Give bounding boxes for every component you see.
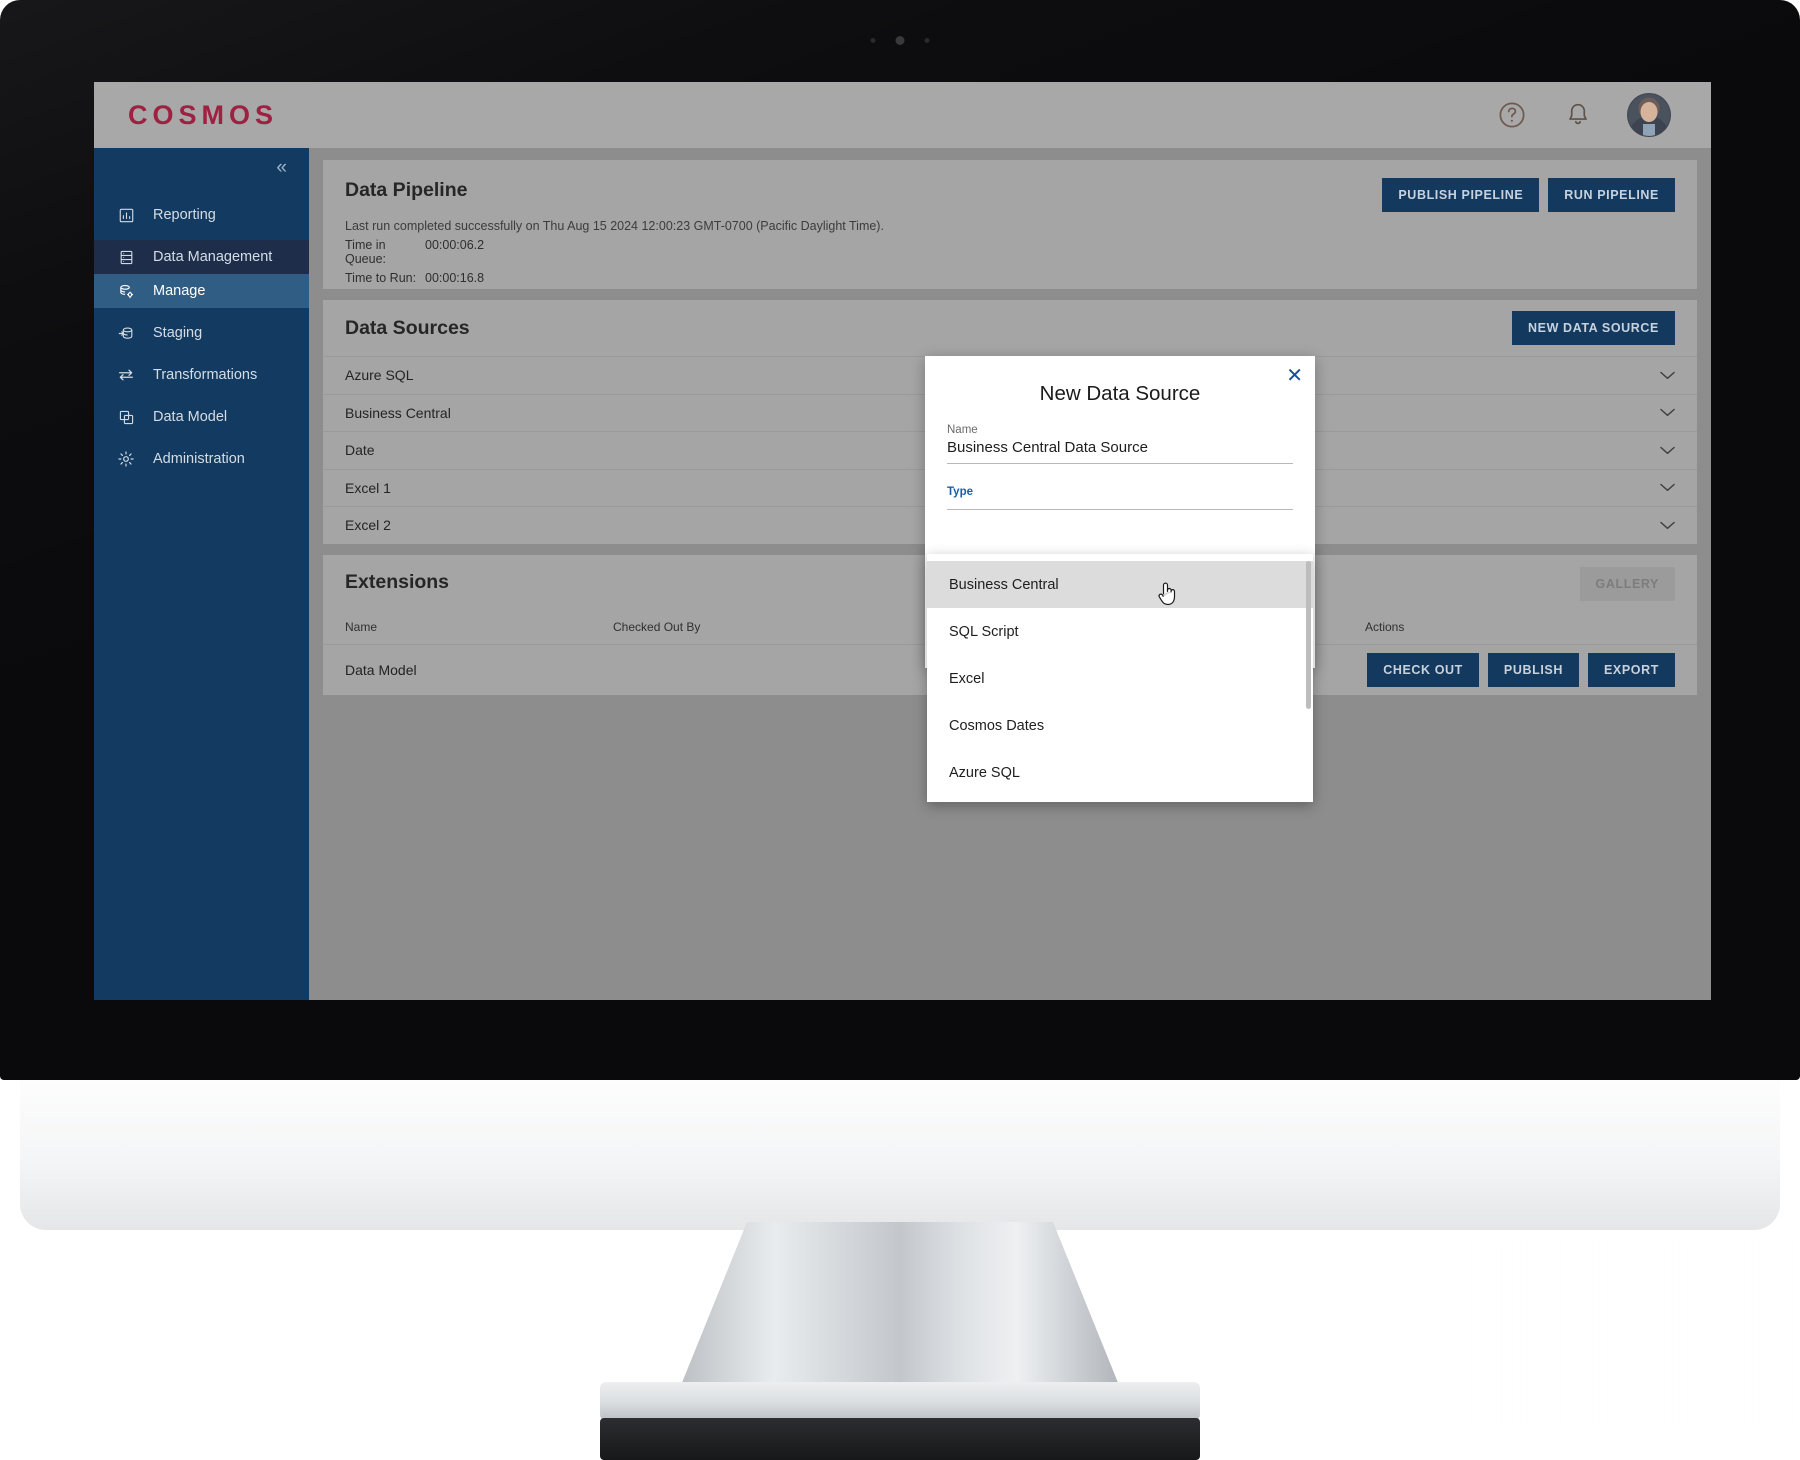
gallery-button[interactable]: GALLERY <box>1579 566 1675 601</box>
column-header-actions: Actions <box>1365 620 1405 634</box>
sidebar-item-label: Staging <box>153 325 203 341</box>
dropdown-option-cosmos-dates[interactable]: Cosmos Dates <box>927 702 1313 749</box>
column-header-name: Name <box>345 620 378 634</box>
transform-arrows-icon <box>116 365 136 385</box>
sidebar: « Reporting Data Management Manage Stagi… <box>94 148 309 1000</box>
time-in-queue-label: Time in Queue: <box>345 238 387 266</box>
main-content: Data Pipeline Last run completed success… <box>309 148 1711 1000</box>
help-circle-icon[interactable] <box>1495 98 1529 132</box>
header-icon-group <box>1495 93 1671 137</box>
time-to-run-row: Time to Run: 00:00:16.8 <box>345 271 1675 285</box>
data-source-name: Azure SQL <box>345 367 414 384</box>
data-model-icon <box>116 407 136 427</box>
sidebar-item-label: Manage <box>153 283 206 299</box>
sidebar-collapse-row: « <box>94 148 309 186</box>
database-gear-icon <box>116 281 136 301</box>
data-sources-header: Data Sources NEW DATA SOURCE <box>323 300 1697 356</box>
chevron-down-icon[interactable] <box>1660 405 1675 420</box>
sidebar-item-label: Data Management <box>153 249 273 265</box>
gear-icon <box>116 449 136 469</box>
check-out-button[interactable]: CHECK OUT <box>1367 652 1479 687</box>
close-icon[interactable]: ✕ <box>1286 366 1303 386</box>
bell-icon[interactable] <box>1561 98 1595 132</box>
dropdown-option-azure-sql[interactable]: Azure SQL <box>927 749 1313 796</box>
chevron-down-icon[interactable] <box>1660 368 1675 383</box>
name-field-label: Name <box>947 424 978 436</box>
sidebar-item-label: Data Model <box>153 409 228 425</box>
desk-reflection <box>1470 1238 1800 1428</box>
dropdown-option-business-central[interactable]: Business Central <box>927 561 1313 608</box>
dropdown-option-excel[interactable]: Excel <box>927 655 1313 702</box>
pipeline-actions: PUBLISH PIPELINE RUN PIPELINE <box>1382 178 1675 212</box>
export-button[interactable]: EXPORT <box>1588 652 1675 687</box>
sidebar-item-data-management[interactable]: Data Management <box>94 240 309 274</box>
monitor-chin <box>20 1080 1780 1230</box>
name-field-group: Name <box>925 424 1315 464</box>
dropdown-option-label: Excel <box>949 670 985 687</box>
time-to-run-label: Time to Run: <box>345 271 417 285</box>
webcam-indicator <box>870 36 930 45</box>
sidebar-item-label: Administration <box>153 451 245 467</box>
chart-report-icon <box>116 205 136 225</box>
dropdown-option-label: Business Central <box>949 576 1059 593</box>
dropdown-option-sql-script[interactable]: SQL Script <box>927 608 1313 655</box>
dialog-title: New Data Source <box>1039 382 1201 405</box>
dropdown-option-label: SQL Script <box>949 623 1019 640</box>
sidebar-item-data-model[interactable]: Data Model <box>94 400 309 434</box>
sidebar-item-label: Transformations <box>153 367 258 383</box>
data-source-name: Date <box>345 442 375 459</box>
data-source-name: Excel 1 <box>345 479 391 496</box>
screen-viewport: COSMOS « Reporting Data Management Manag… <box>94 82 1711 1000</box>
cosmos-logo: COSMOS <box>128 99 279 130</box>
database-stack-icon <box>116 247 136 267</box>
app-header: COSMOS <box>94 82 1711 148</box>
type-field-label: Type <box>947 486 973 498</box>
time-in-queue-row: Time in Queue: 00:00:06.2 <box>345 238 1675 266</box>
data-source-name: Business Central <box>345 404 451 421</box>
extensions-actions: GALLERY <box>1579 566 1675 601</box>
chevron-down-icon[interactable] <box>1660 518 1675 533</box>
data-pipeline-card: Data Pipeline Last run completed success… <box>323 160 1697 289</box>
type-select[interactable] <box>947 501 1293 510</box>
avatar[interactable] <box>1627 93 1671 137</box>
publish-pipeline-button[interactable]: PUBLISH PIPELINE <box>1382 178 1540 212</box>
sidebar-item-label: Reporting <box>153 207 216 223</box>
name-input[interactable] <box>947 439 1293 464</box>
sidebar-item-staging[interactable]: Staging <box>94 316 309 350</box>
sidebar-item-reporting[interactable]: Reporting <box>94 198 309 232</box>
data-sources-title: Data Sources <box>345 316 470 339</box>
extension-row-actions: CHECK OUT PUBLISH EXPORT <box>1313 652 1675 687</box>
chevron-down-icon[interactable] <box>1660 480 1675 495</box>
dropdown-scrollbar[interactable] <box>1306 561 1311 709</box>
sidebar-item-transformations[interactable]: Transformations <box>94 358 309 392</box>
database-arrow-icon <box>116 323 136 343</box>
sidebar-item-manage[interactable]: Manage <box>94 274 309 308</box>
extensions-title: Extensions <box>345 571 450 593</box>
monitor-stand-foot <box>600 1418 1200 1460</box>
data-source-name: Excel 2 <box>345 517 391 534</box>
publish-button[interactable]: PUBLISH <box>1487 652 1579 687</box>
monitor-frame: COSMOS « Reporting Data Management Manag… <box>0 0 1800 1460</box>
dropdown-option-label: Azure SQL <box>949 764 1020 781</box>
chevron-down-icon[interactable] <box>1660 443 1675 458</box>
time-to-run-value: 00:00:16.8 <box>425 271 485 285</box>
type-options-dropdown: Business Central SQL Script Excel Cosmos… <box>927 554 1313 802</box>
data-sources-actions: NEW DATA SOURCE <box>1512 311 1675 345</box>
time-in-queue-value: 00:00:06.2 <box>425 238 485 252</box>
type-field-group: Type <box>925 486 1315 510</box>
new-data-source-button[interactable]: NEW DATA SOURCE <box>1512 311 1675 345</box>
extension-name: Data Model <box>345 661 417 678</box>
run-pipeline-button[interactable]: RUN PIPELINE <box>1548 178 1675 212</box>
pipeline-status-text: Last run completed successfully on Thu A… <box>345 219 884 233</box>
collapse-sidebar-icon[interactable]: « <box>276 158 287 177</box>
dropdown-option-label: Cosmos Dates <box>949 717 1045 734</box>
monitor-stand-neck <box>675 1222 1125 1400</box>
sidebar-item-administration[interactable]: Administration <box>94 442 309 476</box>
